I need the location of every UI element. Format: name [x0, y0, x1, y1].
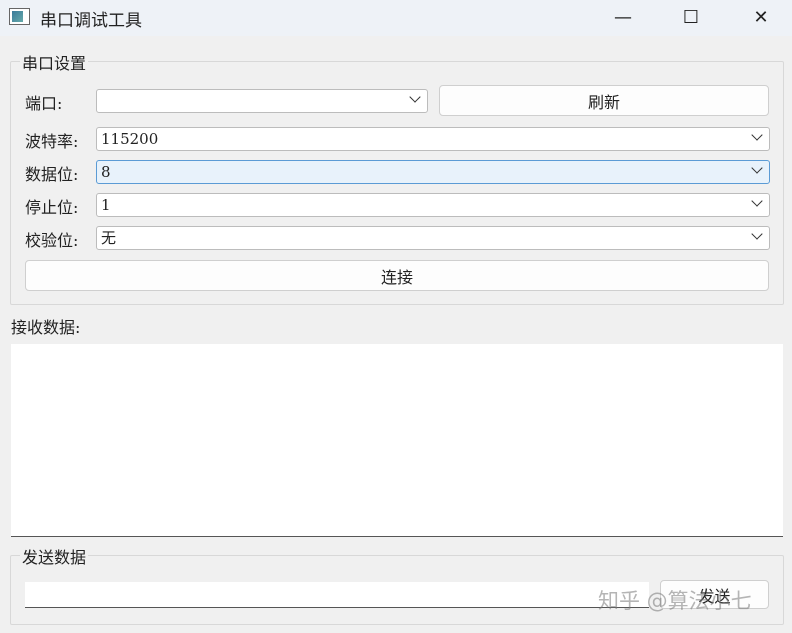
baud-combo[interactable]: 115200 — [96, 127, 770, 151]
databits-value: 8 — [101, 163, 111, 181]
chevron-down-icon — [409, 91, 421, 103]
databits-label: 数据位: — [25, 165, 79, 184]
send-group-title: 发送数据 — [20, 544, 89, 568]
baud-value: 115200 — [101, 130, 159, 148]
send-input[interactable] — [25, 582, 649, 608]
maximize-button[interactable]: ☐ — [668, 0, 714, 34]
baud-label: 波特率: — [25, 132, 79, 151]
stopbits-label: 停止位: — [25, 198, 79, 217]
window-title: 串口调试工具 — [40, 11, 142, 31]
watermark: 知乎 @算法小七 — [598, 589, 752, 613]
parity-combo[interactable]: 无 — [96, 226, 770, 250]
chevron-down-icon — [751, 228, 763, 240]
chevron-down-icon — [751, 162, 763, 174]
title-bar: 串口调试工具 — ☐ ✕ — [0, 0, 792, 36]
stopbits-value: 1 — [101, 196, 111, 214]
chevron-down-icon — [751, 195, 763, 207]
port-combo[interactable] — [96, 89, 428, 113]
serial-settings-title: 串口设置 — [20, 50, 89, 74]
stopbits-combo[interactable]: 1 — [96, 193, 770, 217]
receive-label: 接收数据: — [11, 318, 81, 337]
receive-textarea[interactable] — [11, 344, 783, 537]
app-icon — [9, 8, 30, 25]
close-button[interactable]: ✕ — [738, 0, 784, 34]
refresh-button[interactable]: 刷新 — [439, 85, 769, 116]
parity-label: 校验位: — [25, 231, 79, 250]
parity-value: 无 — [101, 229, 117, 247]
minimize-button[interactable]: — — [600, 0, 646, 34]
chevron-down-icon — [751, 129, 763, 141]
databits-combo[interactable]: 8 — [96, 160, 770, 184]
port-label: 端口: — [25, 94, 63, 113]
connect-button[interactable]: 连接 — [25, 260, 769, 291]
